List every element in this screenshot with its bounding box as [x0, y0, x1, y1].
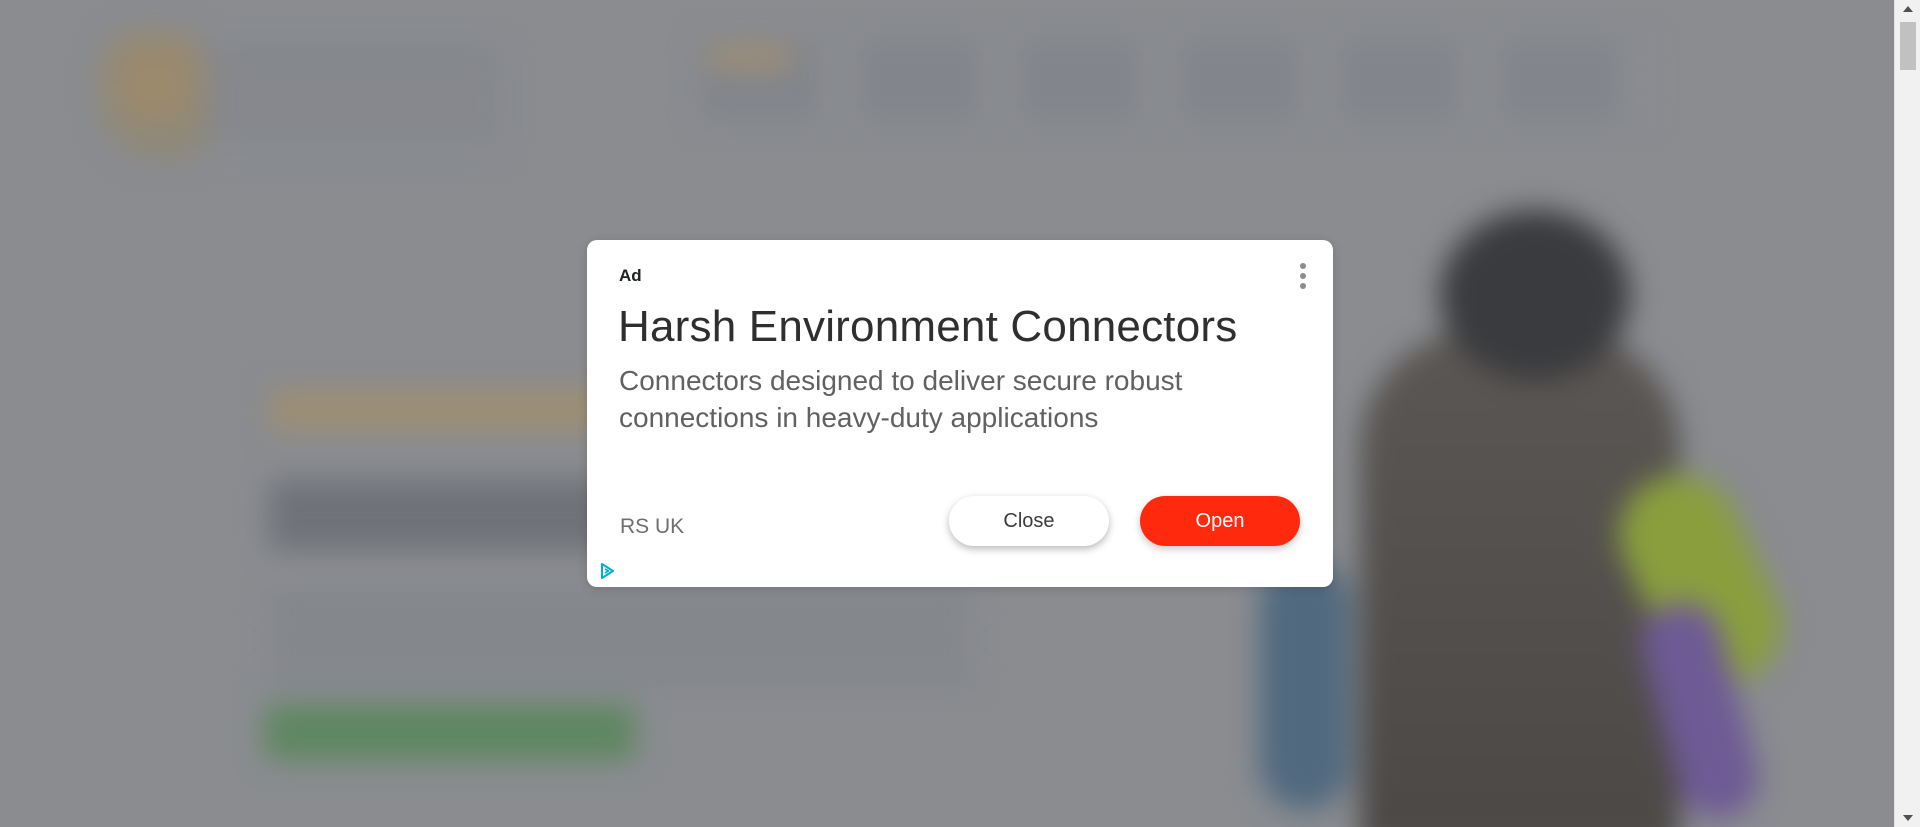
ad-headline[interactable]: Harsh Environment Connectors	[618, 302, 1308, 352]
scrollbar-thumb[interactable]	[1900, 22, 1916, 70]
ad-dialog: Ad Harsh Environment Connectors Connecto…	[587, 240, 1333, 587]
background-navigation	[700, 40, 1650, 120]
background-nav-active-item	[710, 48, 790, 68]
background-logo-text	[210, 50, 500, 150]
more-vert-icon[interactable]	[1293, 260, 1313, 292]
background-eyebrow	[270, 390, 610, 430]
background-hero-person-head	[1440, 210, 1630, 380]
background-cable-blue	[1260, 560, 1350, 810]
ad-label: Ad	[619, 266, 642, 285]
background-cta-button	[265, 705, 635, 760]
close-button[interactable]: Close	[949, 496, 1109, 546]
open-button[interactable]: Open	[1140, 496, 1300, 546]
ad-description[interactable]: Connectors designed to deliver secure ro…	[619, 362, 1309, 436]
background-logo	[100, 30, 210, 160]
scroll-down-arrow-icon[interactable]	[1895, 809, 1920, 827]
page-scrollbar[interactable]	[1894, 0, 1920, 827]
background-hero-person	[1360, 330, 1680, 827]
adchoices-icon[interactable]	[598, 562, 616, 580]
background-paragraph	[270, 600, 970, 680]
scroll-up-arrow-icon[interactable]	[1895, 0, 1920, 18]
advertiser-name[interactable]: RS UK	[620, 515, 684, 539]
